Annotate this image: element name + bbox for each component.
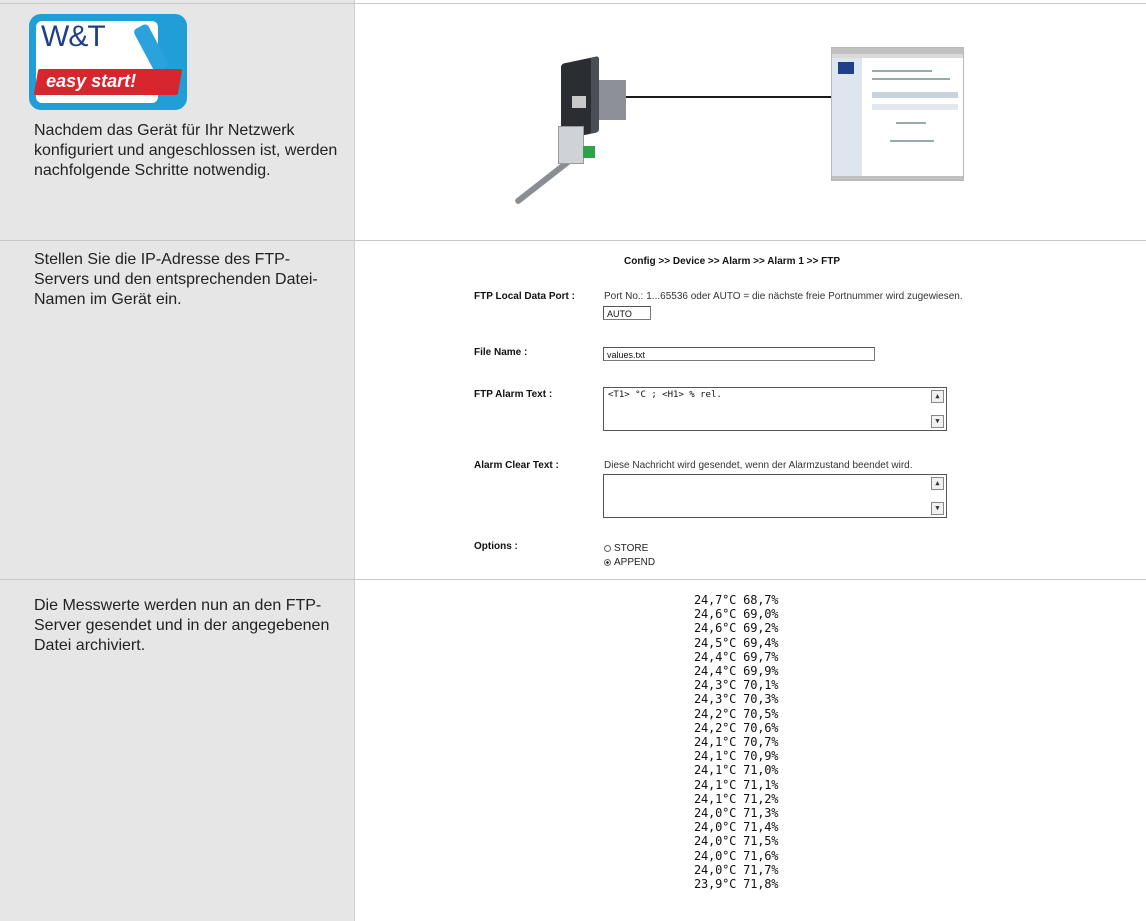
option-store[interactable]: STORE — [604, 543, 648, 554]
browser-screenshot — [831, 47, 964, 181]
network-cable — [626, 96, 832, 98]
ethernet-port — [572, 96, 586, 108]
measurement-line: 24,0°C 71,6% — [694, 848, 779, 863]
measurement-line: 24,0°C 71,4% — [694, 820, 779, 835]
ftp-alarm-text-area[interactable]: <T1> °C ; <H1> % rel. ▲ ▼ — [603, 387, 947, 431]
measurement-line: 24,0°C 71,7% — [694, 862, 779, 877]
alarm-clear-text-label: Alarm Clear Text : — [474, 460, 559, 471]
measurement-line: 24,1°C 71,1% — [694, 777, 779, 792]
logo-brand: W&T — [41, 20, 106, 53]
alarm-clear-text-area[interactable]: ▲ ▼ — [603, 474, 947, 518]
measurement-line: 24,3°C 70,3% — [694, 692, 779, 707]
measurement-line: 24,0°C 71,5% — [694, 834, 779, 849]
measurement-line: 24,7°C 68,7% — [694, 593, 779, 607]
step-1-description: Nachdem das Gerät für Ihr Netzwerk konfi… — [34, 122, 338, 179]
measurement-line: 24,6°C 69,2% — [694, 621, 779, 636]
mini-text-line — [872, 78, 950, 80]
rail-bracket — [598, 80, 626, 120]
browser-statusbar — [832, 176, 963, 180]
option-append-label: APPEND — [614, 557, 656, 568]
scroll-up-icon[interactable]: ▲ — [931, 390, 944, 403]
ftp-alarm-text-label: FTP Alarm Text : — [474, 389, 553, 400]
mini-text-line — [896, 122, 926, 124]
ftp-local-port-input[interactable]: AUTO — [603, 306, 651, 320]
file-name-label: File Name : — [474, 347, 528, 358]
breadcrumb: Config >> Device >> Alarm >> Alarm 1 >> … — [624, 256, 841, 267]
mini-text-line — [872, 92, 958, 98]
measurement-line: 24,2°C 70,5% — [694, 706, 779, 721]
sensor-connector — [558, 126, 584, 164]
measurement-line: 24,2°C 70,6% — [694, 720, 779, 735]
measurement-line: 23,9°C 71,8% — [694, 877, 779, 892]
options-label: Options : — [474, 541, 518, 552]
scroll-up-icon[interactable]: ▲ — [931, 477, 944, 490]
terminal-block — [583, 146, 595, 158]
ftp-local-port-hint: Port No.: 1...65536 oder AUTO = die näch… — [604, 291, 963, 302]
logo-band: easy start! — [33, 69, 183, 95]
measurement-line: 24,1°C 70,9% — [694, 749, 779, 764]
measurement-line: 24,0°C 71,3% — [694, 806, 779, 821]
measurement-line: 24,4°C 69,7% — [694, 649, 779, 664]
measurement-line: 24,4°C 69,9% — [694, 664, 779, 679]
mini-text-line — [890, 140, 934, 142]
ftp-local-port-label: FTP Local Data Port : — [474, 291, 575, 302]
measurement-line: 24,1°C 71,0% — [694, 763, 779, 778]
logo-tagline: easy start! — [46, 71, 137, 91]
file-name-input[interactable]: values.txt — [603, 347, 875, 361]
measurement-file-listing: 24,7°C 68,7% 24,6°C 69,0% 24,6°C 69,2% 24,5… — [694, 593, 834, 891]
step-3-description: Die Messwerte werden nun an den FTP-Serv… — [34, 597, 330, 654]
measurement-line: 24,5°C 69,4% — [694, 635, 779, 650]
scroll-down-icon[interactable]: ▼ — [931, 415, 944, 428]
mini-text-line — [872, 70, 932, 72]
mini-logo-icon — [838, 62, 854, 74]
instruction-table: W&T easy start! Nachdem das Gerät für Ih… — [0, 0, 1146, 921]
radio-append-icon[interactable] — [604, 558, 611, 566]
row-divider — [0, 3, 1146, 4]
option-append[interactable]: APPEND — [604, 557, 655, 568]
step-2-description: Stellen Sie die IP-Adresse des FTP-Serve… — [34, 251, 318, 308]
wt-easy-start-logo: W&T easy start! — [29, 14, 187, 110]
measurement-line: 24,6°C 69,0% — [694, 607, 779, 622]
ftp-alarm-text-value: <T1> °C ; <H1> % rel. — [608, 390, 722, 400]
measurement-line: 24,1°C 71,2% — [694, 791, 779, 806]
measurement-line: 24,1°C 70,7% — [694, 735, 779, 750]
row-divider — [0, 240, 1146, 241]
mini-text-line — [872, 104, 958, 110]
row-divider — [0, 579, 1146, 580]
scroll-down-icon[interactable]: ▼ — [931, 502, 944, 515]
radio-store-icon[interactable] — [604, 544, 611, 552]
measurement-line: 24,3°C 70,1% — [694, 678, 779, 693]
option-store-label: STORE — [614, 543, 649, 554]
alarm-clear-text-hint: Diese Nachricht wird gesendet, wenn der … — [604, 460, 913, 471]
browser-sidebar — [832, 58, 862, 176]
